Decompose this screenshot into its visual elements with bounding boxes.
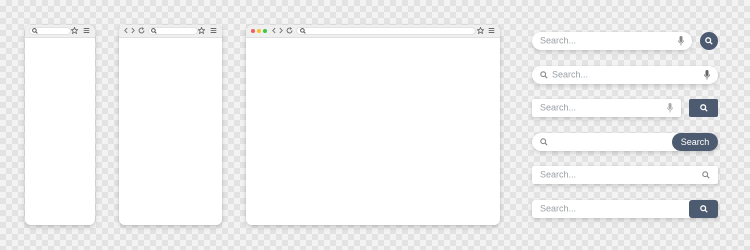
browser-content	[25, 38, 95, 225]
browser-toolbar	[119, 25, 222, 38]
search-placeholder: Search...	[540, 169, 577, 180]
search-icon	[699, 104, 708, 112]
search-button[interactable]	[689, 200, 718, 218]
back-icon[interactable]	[123, 27, 129, 34]
search-icon	[151, 28, 157, 34]
address-bar[interactable]	[296, 27, 476, 35]
close-dot[interactable]	[251, 29, 255, 33]
browser-toolbar	[246, 25, 500, 38]
menu-icon[interactable]	[210, 27, 217, 34]
search-icon	[32, 28, 38, 34]
search-bar-3[interactable]: Search...	[532, 99, 681, 117]
browser-toolbar	[25, 25, 95, 38]
search-icon	[300, 28, 306, 34]
forward-icon[interactable]	[278, 27, 284, 34]
address-bar[interactable]	[29, 27, 71, 35]
search-button[interactable]	[700, 32, 718, 50]
maximize-dot[interactable]	[263, 29, 267, 33]
reload-icon[interactable]	[286, 27, 293, 34]
star-icon[interactable]	[477, 27, 484, 34]
search-icon	[699, 205, 708, 213]
search-button[interactable]	[689, 99, 718, 117]
search-icon[interactable]	[702, 171, 710, 179]
browser-content	[119, 38, 222, 225]
browser-window-mobile	[25, 25, 95, 225]
search-placeholder: Search...	[552, 69, 589, 80]
search-icon	[540, 71, 548, 79]
search-button[interactable]: Search	[672, 133, 718, 151]
search-placeholder: Search...	[540, 35, 577, 46]
back-icon[interactable]	[271, 27, 277, 34]
star-icon[interactable]	[198, 27, 205, 34]
menu-icon[interactable]	[488, 27, 495, 34]
search-placeholder: Search...	[540, 203, 577, 214]
reload-icon[interactable]	[138, 27, 145, 34]
star-icon[interactable]	[71, 27, 78, 34]
address-bar[interactable]	[148, 27, 198, 35]
search-bar-1[interactable]: Search...	[532, 32, 692, 50]
search-bar-5[interactable]: Search...	[532, 166, 718, 184]
minimize-dot[interactable]	[257, 29, 261, 33]
mic-icon[interactable]	[678, 36, 684, 46]
mic-icon[interactable]	[667, 103, 673, 113]
search-icon	[540, 138, 548, 146]
search-placeholder: Search...	[540, 102, 577, 113]
search-icon	[705, 37, 713, 45]
mic-icon[interactable]	[704, 70, 710, 80]
forward-icon[interactable]	[130, 27, 136, 34]
menu-icon[interactable]	[83, 27, 90, 34]
browser-content	[246, 38, 500, 225]
search-bar-2[interactable]: Search...	[532, 66, 718, 84]
browser-window-tablet	[119, 25, 222, 225]
browser-window-desktop	[246, 25, 500, 225]
